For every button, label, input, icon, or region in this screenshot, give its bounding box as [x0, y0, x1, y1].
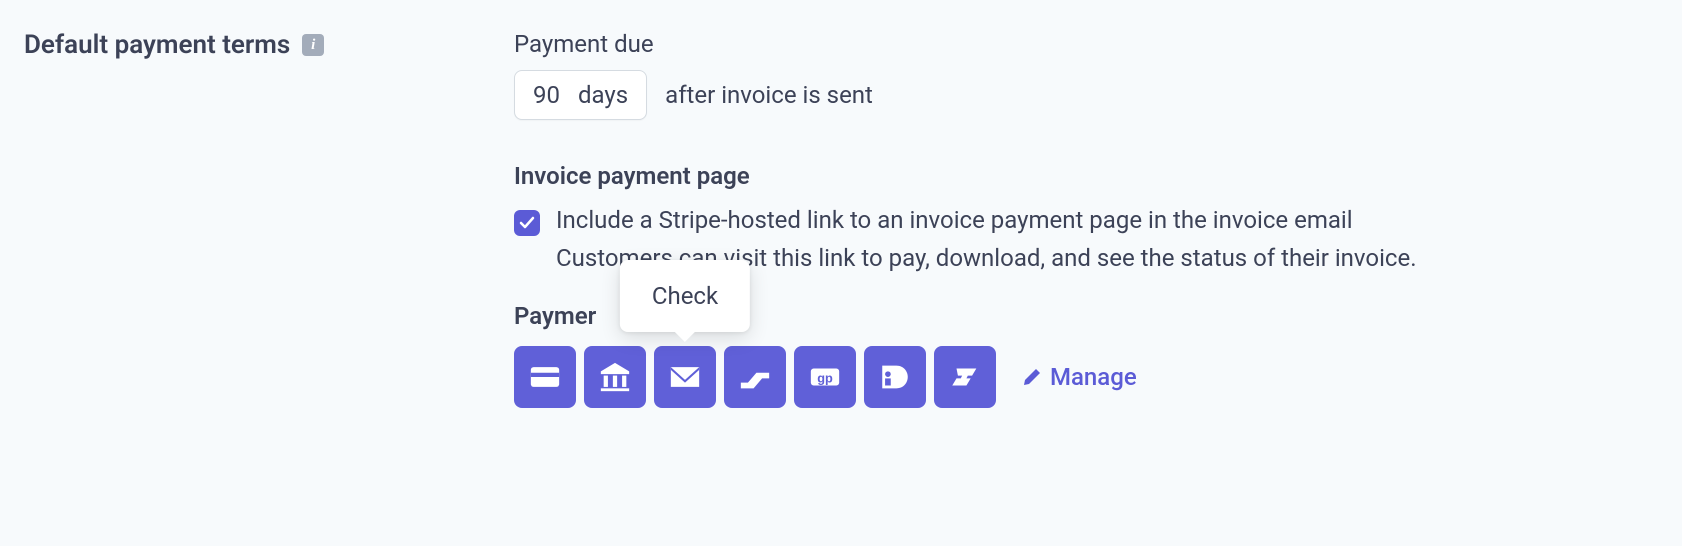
- invoice-page-group: Invoice payment page Include a Stripe-ho…: [514, 162, 1658, 408]
- payment-method-ideal[interactable]: [864, 346, 926, 408]
- check-icon: [519, 215, 535, 231]
- ideal-icon: [878, 360, 912, 394]
- invoice-page-heading: Invoice payment page: [514, 162, 1658, 190]
- payment-due-suffix: after invoice is sent: [665, 81, 873, 109]
- section-title-text: Default payment terms: [24, 30, 290, 60]
- payment-due-value: 90: [533, 81, 560, 109]
- tooltip-text: Check: [652, 282, 718, 310]
- payment-due-label: Payment due: [514, 30, 1658, 58]
- svg-text:gp: gp: [817, 371, 833, 386]
- payment-due-group: Payment due 90 days after invoice is sen…: [514, 30, 1658, 120]
- check-tooltip: Check: [620, 260, 750, 332]
- card-icon: [528, 360, 562, 394]
- include-link-checkbox[interactable]: [514, 210, 540, 236]
- manage-button[interactable]: Manage: [1022, 363, 1137, 391]
- bancontact-icon: [738, 360, 772, 394]
- section-title: Default payment terms i: [24, 30, 514, 60]
- include-link-label: Include a Stripe-hosted link to an invoi…: [556, 206, 1353, 234]
- payment-method-sofort[interactable]: [934, 346, 996, 408]
- payment-methods-row: Check: [514, 346, 1658, 408]
- pencil-icon: [1022, 367, 1042, 387]
- payment-method-bank[interactable]: [584, 346, 646, 408]
- payment-method-bancontact[interactable]: [724, 346, 786, 408]
- payment-method-check[interactable]: [654, 346, 716, 408]
- giropay-icon: gp: [808, 360, 842, 394]
- manage-label: Manage: [1050, 363, 1137, 391]
- sofort-icon: [948, 360, 982, 394]
- payment-method-card[interactable]: [514, 346, 576, 408]
- bank-icon: [598, 360, 632, 394]
- payment-due-unit: days: [578, 81, 628, 109]
- payment-method-giropay[interactable]: gp: [794, 346, 856, 408]
- payment-due-input[interactable]: 90 days: [514, 70, 647, 120]
- envelope-icon: [668, 360, 702, 394]
- info-icon[interactable]: i: [302, 34, 324, 56]
